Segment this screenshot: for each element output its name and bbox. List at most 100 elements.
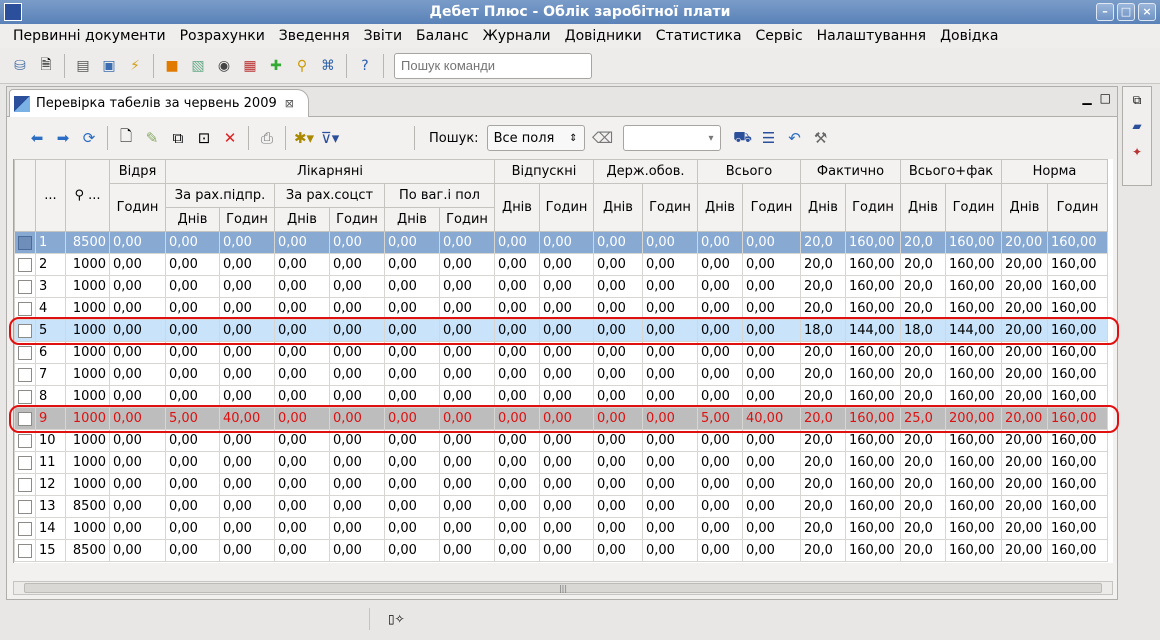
table-cell[interactable]: 0,00 [274,473,330,496]
table-cell[interactable]: 0,00 [439,451,495,474]
table-cell[interactable]: 20,00 [1001,473,1048,496]
lightning-icon[interactable]: ⚡ [123,54,147,78]
table-row[interactable]: 11 1000 0,00 0,00 0,00 0,00 0,00 0,00 0,00 0,00 0,… [14,451,1108,474]
header-faktychno-godyn[interactable]: Годин [845,183,901,232]
header-faktychno-dniv[interactable]: Днів [800,183,846,232]
table-cell[interactable]: 3 [35,275,66,298]
table-cell[interactable]: 20,0 [900,363,946,386]
table-cell[interactable]: 20,0 [900,253,946,276]
table-cell[interactable]: 0,00 [165,363,220,386]
header-vsogo-fakt[interactable]: Всього+фак [900,159,1002,184]
table-cell[interactable]: 160,00 [945,539,1002,562]
add-user-icon[interactable]: ✚ [264,54,288,78]
menu-item-balance[interactable]: Баланс [409,28,476,44]
table-cell[interactable]: 160,00 [945,363,1002,386]
table-cell[interactable]: 160,00 [945,495,1002,518]
table-cell[interactable]: 160,00 [845,275,901,298]
header-vsogo-dniv[interactable]: Днів [697,183,743,232]
table-cell[interactable]: 0,00 [329,495,385,518]
table-cell[interactable]: 0,00 [219,539,275,562]
minimize-view-icon[interactable]: ▁ [1082,91,1091,105]
table-cell[interactable]: 7 [35,363,66,386]
table-cell[interactable]: 1 [35,231,66,254]
table-cell[interactable]: 20,0 [800,539,846,562]
table-cell[interactable]: 0,00 [642,275,698,298]
table-cell[interactable]: 0,00 [165,517,220,540]
row-checkbox[interactable] [18,301,32,316]
undo-icon[interactable]: ↶ [783,126,807,150]
table-cell[interactable]: 0,00 [593,231,643,254]
row-checkbox[interactable] [18,279,32,294]
table-cell[interactable]: 0,00 [165,231,220,254]
header-vidpustki-dniv[interactable]: Днів [494,183,540,232]
command-search-input[interactable] [394,52,592,79]
hammer-icon[interactable]: ⚒ [809,126,833,150]
table-cell[interactable]: 0,00 [329,231,385,254]
row-checkbox[interactable] [18,345,32,360]
row-checkbox[interactable] [18,455,32,470]
header-norma-godyn[interactable]: Годин [1047,183,1108,232]
table-cell[interactable]: 0,00 [642,539,698,562]
table-cell[interactable]: 0,00 [219,253,275,276]
horizontal-scrollbar[interactable]: ||| [13,581,1113,595]
table-cell[interactable]: 0,00 [593,275,643,298]
table-cell[interactable]: 0,00 [384,495,440,518]
row-checkbox-cell[interactable] [14,363,36,386]
table-cell[interactable]: 20,0 [900,275,946,298]
table-cell[interactable]: 0,00 [494,495,540,518]
row-checkbox-cell[interactable] [14,451,36,474]
table-cell[interactable]: 0,00 [274,231,330,254]
table-cell[interactable]: 160,00 [845,517,901,540]
table-cell[interactable]: 0,00 [697,495,743,518]
view-record-icon[interactable]: ⊡ [192,126,216,150]
table-cell[interactable]: 160,00 [845,231,901,254]
table-cell[interactable]: 0,00 [697,275,743,298]
table-cell[interactable]: 0,00 [494,451,540,474]
header-po-vag-godyn[interactable]: Годин [439,207,495,232]
table-cell[interactable]: 0,00 [439,275,495,298]
delete-icon[interactable]: ✕ [218,126,242,150]
table-cell[interactable]: 0,00 [697,253,743,276]
table-row[interactable]: 2 1000 0,00 0,00 0,00 0,00 0,00 0,00 0,00 0,00 0,0… [14,253,1108,276]
table-cell[interactable]: 0,00 [274,253,330,276]
header-dots[interactable]: ... [35,159,66,232]
table-cell[interactable]: 20,0 [800,363,846,386]
menu-item-primary-docs[interactable]: Первинні документи [6,28,173,44]
table-cell[interactable]: 0,00 [439,495,495,518]
table-cell[interactable]: 0,00 [593,517,643,540]
table-cell[interactable]: 0,00 [642,451,698,474]
table-cell[interactable]: 0,00 [165,253,220,276]
table-cell[interactable]: 20,0 [900,473,946,496]
table-cell[interactable]: 0,00 [219,473,275,496]
header-za-sotsstr-dniv[interactable]: Днів [274,207,330,232]
id-card-icon[interactable]: ▦ [238,54,262,78]
table-cell[interactable]: 1000 [65,253,110,276]
table-cell[interactable]: 20,0 [900,539,946,562]
table-cell[interactable]: 0,00 [384,539,440,562]
table-cell[interactable]: 0,00 [494,473,540,496]
row-checkbox[interactable] [18,367,32,382]
camera-icon[interactable]: ◉ [212,54,236,78]
header-vsogo-fakt-dniv[interactable]: Днів [900,183,946,232]
table-cell[interactable]: 0,00 [642,253,698,276]
table-cell[interactable]: 0,00 [494,517,540,540]
table-cell[interactable]: 0,00 [539,473,594,496]
forward-arrow-icon[interactable]: ➡ [51,126,75,150]
status-new-icon[interactable]: ▯✧ [388,612,405,626]
table-cell[interactable]: 1000 [65,473,110,496]
table-cell[interactable]: 20,0 [800,253,846,276]
header-po-vag[interactable]: По ваг.і пол [384,183,495,208]
table-cell[interactable]: 0,00 [109,473,166,496]
table-cell[interactable]: 14 [35,517,66,540]
table-cell[interactable]: 0,00 [109,451,166,474]
table-cell[interactable]: 20,0 [800,231,846,254]
table-cell[interactable]: 0,00 [165,495,220,518]
table-cell[interactable]: 8500 [65,495,110,518]
filter-dropdown-icon[interactable]: ⊽▾ [318,126,342,150]
table-view-icon[interactable]: ☰ [757,126,781,150]
table-cell[interactable]: 0,00 [642,231,698,254]
table-row[interactable]: 14 1000 0,00 0,00 0,00 0,00 0,00 0,00 0,00 0,00 0,… [14,517,1108,540]
table-cell[interactable]: 20,0 [900,517,946,540]
header-norma[interactable]: Норма [1001,159,1108,184]
header-pin[interactable]: ⚲ ... [65,159,110,232]
